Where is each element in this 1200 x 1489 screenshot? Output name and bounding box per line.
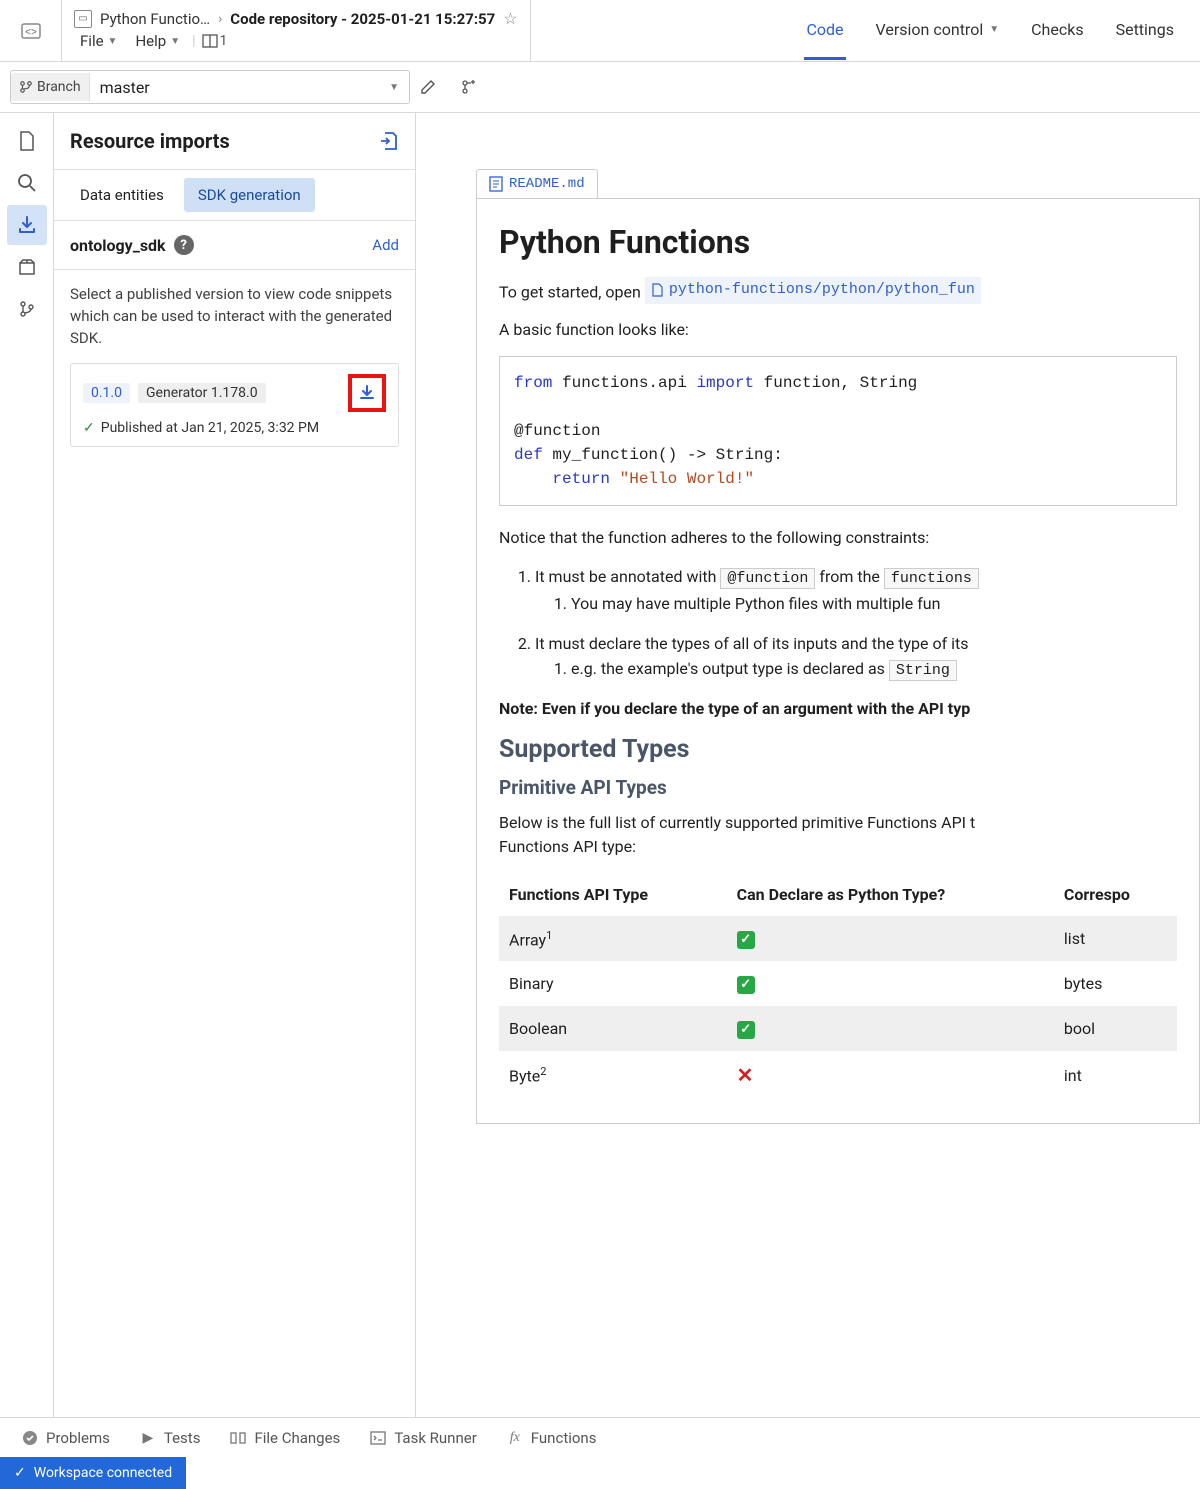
- chevron-right-icon: ›: [218, 11, 222, 27]
- list-item: It must declare the types of all of its …: [535, 631, 1177, 684]
- doc-h3: Primitive API Types: [499, 776, 1177, 799]
- file-icon: [651, 283, 663, 297]
- branch-selector[interactable]: Branch master ▼: [10, 70, 410, 104]
- nav-search-icon[interactable]: [7, 163, 47, 203]
- panel-title: Resource imports: [70, 129, 230, 153]
- caret-down-icon: ▼: [989, 24, 999, 35]
- star-icon[interactable]: ☆: [503, 9, 517, 28]
- download-button[interactable]: [348, 374, 386, 412]
- readme-content: Python Functions To get started, open py…: [476, 198, 1200, 1124]
- bottombar-task-runner[interactable]: Task Runner: [356, 1423, 490, 1453]
- subtab-data-entities[interactable]: Data entities: [66, 178, 178, 212]
- doc-h1: Python Functions: [499, 223, 1177, 261]
- doc-h2: Supported Types: [499, 735, 1177, 764]
- branch-label-text: Branch: [37, 79, 81, 95]
- breadcrumb-parent[interactable]: Python Functio…: [100, 10, 210, 28]
- breadcrumb-current: Code repository - 2025-01-21 15:27:57: [230, 10, 495, 28]
- import-file-icon[interactable]: [379, 131, 399, 151]
- panes-count: 1: [220, 33, 228, 49]
- edit-icon[interactable]: [420, 79, 450, 95]
- diff-icon: [230, 1430, 246, 1446]
- table-row: Array1✓list: [499, 916, 1177, 961]
- table-row: Binary✓bytes: [499, 961, 1177, 1006]
- caret-down-icon: ▼: [170, 36, 180, 47]
- app-icon[interactable]: <>: [0, 0, 62, 61]
- tab-checks[interactable]: Checks: [1029, 2, 1085, 60]
- play-icon: ▶: [140, 1430, 156, 1446]
- code-block: from functions.api import function, Stri…: [499, 356, 1177, 506]
- check-icon: ✓: [83, 420, 95, 436]
- bottombar-functions[interactable]: fx Functions: [493, 1423, 611, 1453]
- sdk-name: ontology_sdk ?: [70, 235, 194, 255]
- check-circle-icon: [22, 1430, 38, 1446]
- list-item: It must be annotated with @function from…: [535, 564, 1177, 617]
- note-text: Note: Even if you declare the type of an…: [499, 699, 970, 718]
- svg-text:<>: <>: [24, 28, 36, 39]
- caret-down-icon: ▼: [108, 36, 118, 47]
- breadcrumb: ▭ Python Functio… › Code repository - 20…: [74, 9, 518, 28]
- table-row: Boolean✓bool: [499, 1006, 1177, 1051]
- terminal-icon: [370, 1430, 386, 1446]
- menu-help[interactable]: Help▼: [129, 30, 186, 52]
- file-tab-label: README.md: [509, 176, 585, 192]
- panel-description: Select a published version to view code …: [70, 284, 399, 349]
- menu-file[interactable]: File▼: [74, 30, 123, 52]
- caret-down-icon: ▼: [379, 82, 409, 93]
- version-card: 0.1.0 Generator 1.178.0 ✓ Published at J…: [70, 363, 399, 447]
- tab-version-control[interactable]: Version control▼: [874, 2, 1002, 60]
- subtab-sdk-generation[interactable]: SDK generation: [184, 178, 315, 212]
- folder-icon: ▭: [74, 10, 92, 28]
- bottombar-tests[interactable]: ▶ Tests: [126, 1423, 215, 1453]
- branch-icon: [19, 80, 33, 94]
- file-link[interactable]: python-functions/python/python_fun: [645, 277, 981, 304]
- published-text: Published at Jan 21, 2025, 3:32 PM: [101, 420, 319, 436]
- check-icon: ✓: [14, 1465, 26, 1481]
- tab-settings[interactable]: Settings: [1114, 2, 1176, 60]
- tab-code[interactable]: Code: [804, 2, 845, 60]
- download-icon: [357, 383, 377, 403]
- add-link[interactable]: Add: [372, 236, 399, 254]
- bottombar-file-changes[interactable]: File Changes: [216, 1423, 354, 1453]
- branch-name: master: [90, 78, 380, 97]
- file-icon: [489, 176, 503, 192]
- bottombar-problems[interactable]: Problems: [8, 1423, 124, 1453]
- file-tab-readme[interactable]: README.md: [476, 169, 598, 198]
- nav-imports-icon[interactable]: [7, 205, 47, 245]
- version-badge: 0.1.0: [83, 383, 130, 403]
- status-workspace[interactable]: ✓ Workspace connected: [0, 1457, 186, 1489]
- status-text: Workspace connected: [34, 1465, 172, 1481]
- panes-icon[interactable]: 1: [202, 33, 228, 49]
- nav-package-icon[interactable]: [7, 247, 47, 287]
- fx-icon: fx: [507, 1430, 523, 1446]
- new-branch-icon[interactable]: [460, 78, 490, 96]
- nav-files-icon[interactable]: [7, 121, 47, 161]
- generator-badge: Generator 1.178.0: [138, 383, 266, 403]
- nav-git-icon[interactable]: [7, 289, 47, 329]
- types-table: Functions API Type Can Declare as Python…: [499, 873, 1177, 1099]
- table-row: Byte2✕int: [499, 1051, 1177, 1099]
- help-icon[interactable]: ?: [174, 235, 194, 255]
